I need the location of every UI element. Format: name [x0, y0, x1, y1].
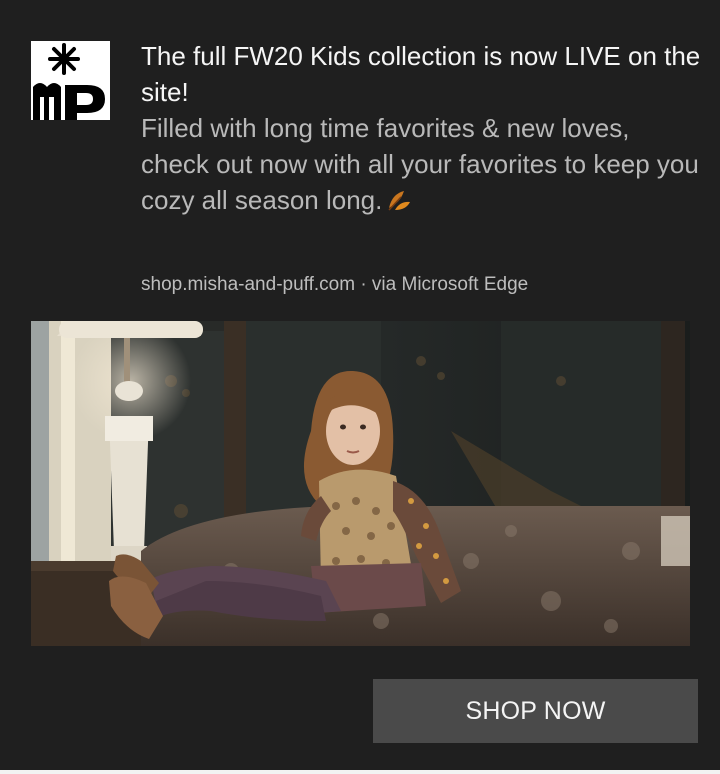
- notification-body: Filled with long time favorites & new lo…: [141, 110, 701, 221]
- notification-hero-image[interactable]: [31, 321, 690, 646]
- site-logo-icon: [31, 41, 110, 120]
- notification-source: shop.misha-and-puff.com · via Microsoft …: [141, 274, 529, 295]
- bottom-divider: [0, 770, 720, 774]
- shop-now-button[interactable]: SHOP NOW: [373, 679, 698, 743]
- leaf-emoji-icon: [386, 185, 412, 221]
- notification-text: The full FW20 Kids collection is now LIV…: [141, 38, 701, 221]
- notification-title: The full FW20 Kids collection is now LIV…: [141, 41, 701, 107]
- notification-body-text: Filled with long time favorites & new lo…: [141, 113, 699, 215]
- web-push-notification[interactable]: The full FW20 Kids collection is now LIV…: [0, 0, 720, 774]
